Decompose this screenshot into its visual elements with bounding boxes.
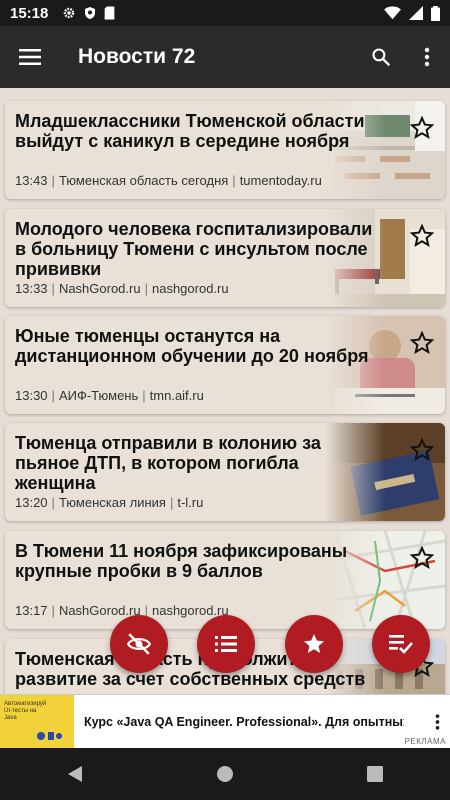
more-vert-icon (424, 47, 430, 67)
star-outline-icon (410, 116, 434, 140)
article-meta: 13:30 | АИФ-Тюмень | tmn.aif.ru (15, 388, 204, 403)
ad-options-button[interactable] (424, 713, 450, 731)
star-outline-icon (410, 438, 434, 462)
search-icon (372, 48, 391, 67)
status-bar: 15:18 (0, 0, 450, 26)
back-icon (68, 766, 82, 782)
article-source: NashGorod.ru (58, 281, 141, 296)
status-time: 15:18 (10, 4, 49, 22)
ad-text[interactable]: Курс «Java QA Engineer. Professional». Д… (84, 715, 404, 729)
mark-all-read-button[interactable] (372, 615, 430, 673)
article-domain: nashgorod.ru (151, 281, 229, 296)
ad-label: РЕКЛАМА (404, 737, 446, 746)
article-meta: 13:20 | Тюменская линия | t-l.ru (15, 495, 204, 510)
news-feed[interactable]: Младшеклассники Тюменской области выйдут… (0, 88, 450, 694)
article-title: В Тюмени 11 ноября зафиксированы крупные… (15, 541, 348, 581)
recents-button[interactable] (355, 754, 395, 794)
star-outline-icon (410, 224, 434, 248)
article-time: 13:17 (15, 603, 48, 618)
article-source: Тюменская область сегодня (58, 173, 229, 188)
article-title: Юные тюменцы останутся на дистанционном … (15, 326, 369, 366)
article-meta: 13:17 | NashGorod.ru | nashgorod.ru (15, 603, 229, 618)
news-card[interactable]: Молодого человека госпитализировали в бо… (5, 209, 445, 307)
article-time: 13:30 (15, 388, 48, 403)
article-source: АИФ-Тюмень (58, 388, 139, 403)
favorite-button[interactable] (407, 113, 437, 143)
system-nav-bar (0, 748, 450, 800)
article-title: Тюменца отправили в колонию за пьяное ДТ… (15, 433, 321, 493)
back-button[interactable] (55, 754, 95, 794)
app-bar: Новости 72 (0, 26, 450, 88)
list-icon (215, 636, 237, 652)
favorite-button[interactable] (407, 543, 437, 573)
star-icon (304, 634, 324, 653)
article-time: 13:33 (15, 281, 48, 296)
search-button[interactable] (358, 26, 404, 88)
overflow-menu-button[interactable] (404, 26, 450, 88)
playlist-check-icon (389, 635, 413, 654)
favorites-button[interactable] (285, 615, 343, 673)
favorite-button[interactable] (407, 221, 437, 251)
article-domain: tumentoday.ru (239, 173, 322, 188)
article-meta: 13:33 | NashGorod.ru | nashgorod.ru (15, 281, 229, 296)
ad-image[interactable]: Автоматизируй UI-тесты на Java (0, 694, 74, 749)
news-card[interactable]: Юные тюменцы останутся на дистанционном … (5, 316, 445, 414)
menu-button[interactable] (0, 26, 60, 88)
article-time: 13:43 (15, 173, 48, 188)
home-button[interactable] (205, 754, 245, 794)
article-title: Молодого человека госпитализировали в бо… (15, 219, 373, 279)
news-card[interactable]: Младшеклассники Тюменской области выйдут… (5, 101, 445, 199)
page-title: Новости 72 (78, 45, 196, 68)
home-icon (217, 766, 233, 782)
ad-image-text: Автоматизируй UI-тесты на Java (4, 700, 47, 721)
article-source: Тюменская линия (58, 495, 166, 510)
article-title: Младшеклассники Тюменской области выйдут… (15, 111, 365, 151)
hide-read-button[interactable] (110, 615, 168, 673)
star-outline-icon (410, 331, 434, 355)
more-vert-icon (435, 713, 439, 730)
star-outline-icon (410, 546, 434, 570)
wifi-icon (384, 6, 401, 20)
article-domain: t-l.ru (177, 495, 204, 510)
favorite-button[interactable] (407, 435, 437, 465)
gear-icon (64, 7, 75, 19)
hamburger-icon (19, 49, 41, 65)
shield-icon (85, 7, 96, 19)
favorite-button[interactable] (407, 328, 437, 358)
logo-icon (37, 731, 62, 740)
article-domain: tmn.aif.ru (149, 388, 204, 403)
signal-icon (409, 6, 423, 20)
battery-icon (431, 5, 440, 21)
eye-off-icon (126, 633, 152, 655)
ad-banner[interactable]: Автоматизируй UI-тесты на Java Курс «Jav… (0, 694, 450, 749)
article-meta: 13:43 | Тюменская область сегодня | tumentod… (15, 173, 322, 188)
recents-icon (367, 766, 383, 782)
sd-card-icon (105, 6, 115, 20)
news-card[interactable]: Тюменца отправили в колонию за пьяное ДТ… (5, 423, 445, 521)
list-view-button[interactable] (197, 615, 255, 673)
article-time: 13:20 (15, 495, 48, 510)
